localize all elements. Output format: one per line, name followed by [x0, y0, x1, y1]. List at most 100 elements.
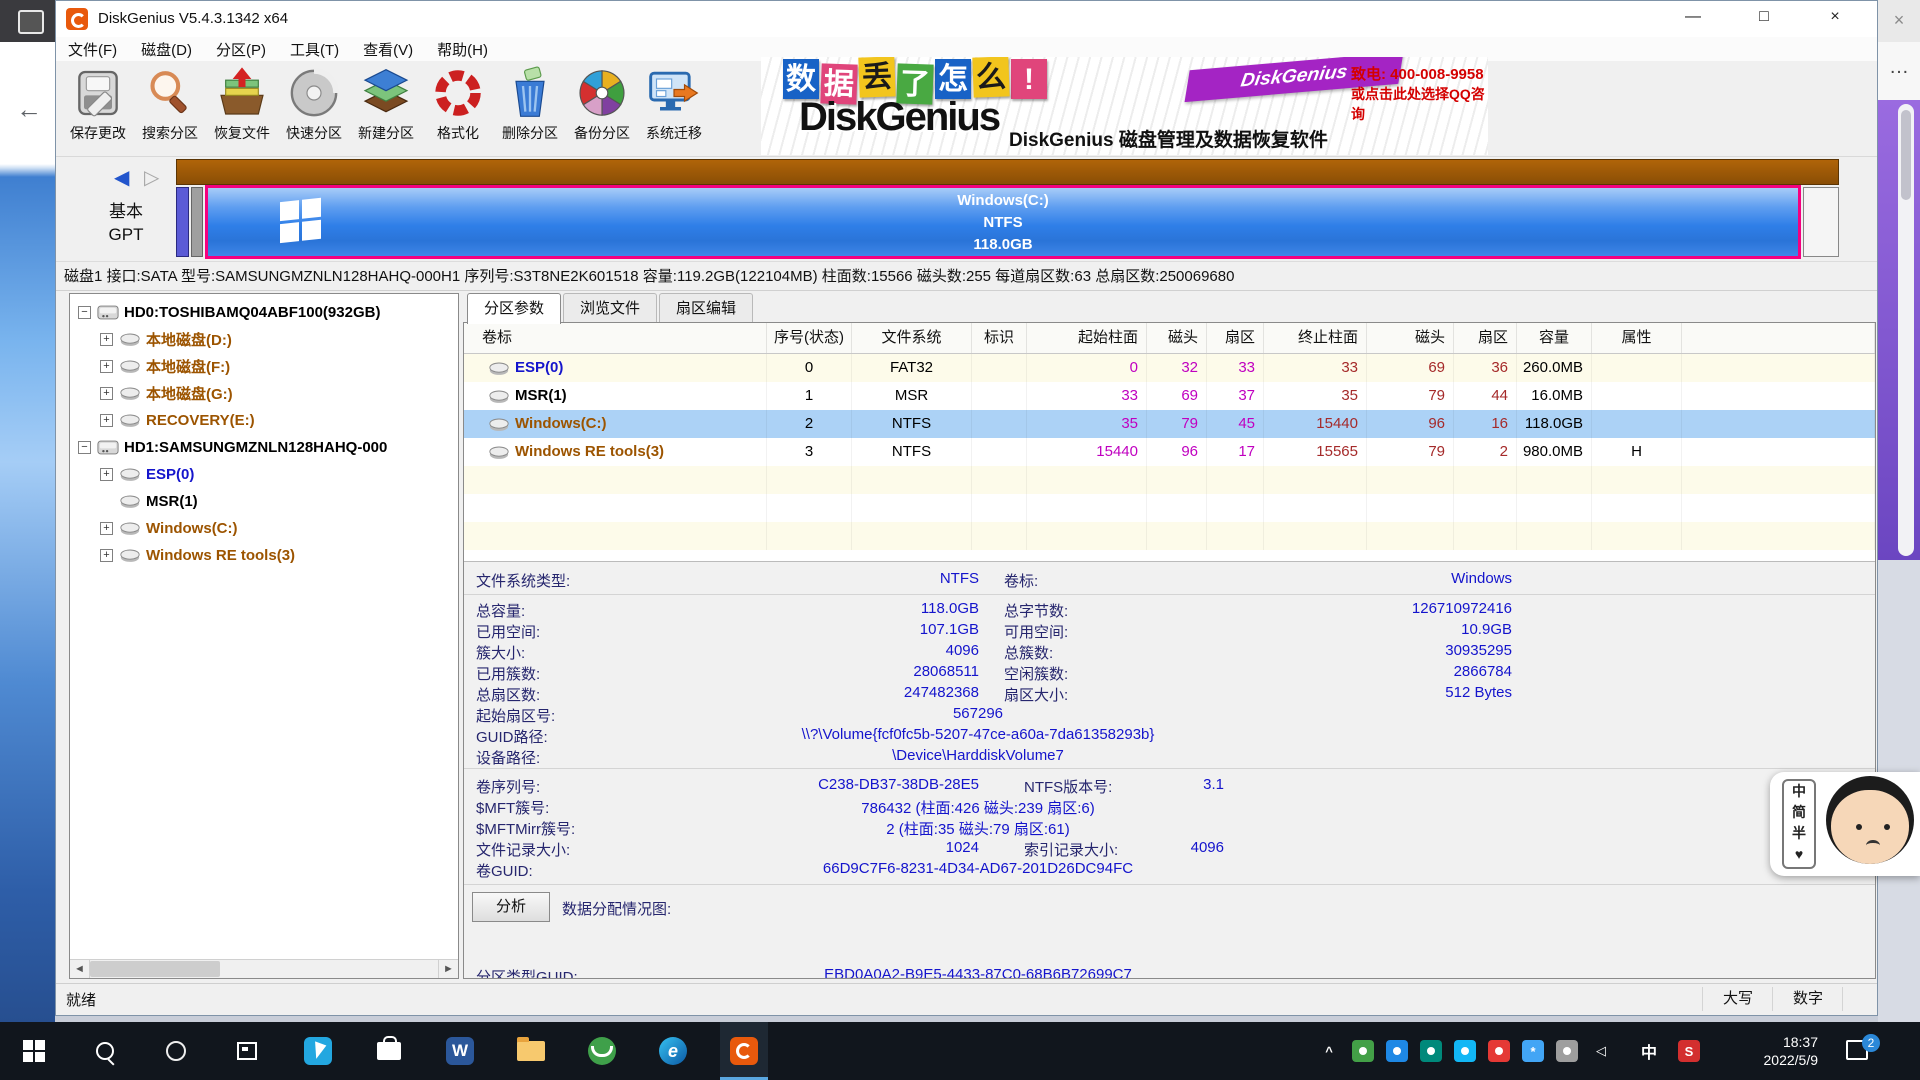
format-button[interactable]: 格式化 [422, 63, 494, 155]
column-header[interactable]: 扇区 [1454, 323, 1517, 353]
ad-banner[interactable]: 数据丢了怎么! DiskGenius DiskGenius 致电: 400-00… [761, 57, 1488, 155]
tree-expander[interactable]: + [100, 414, 113, 427]
tree-expander[interactable]: − [78, 441, 91, 454]
background-close-icon[interactable]: × [1884, 6, 1914, 34]
maximize-button[interactable]: □ [1733, 1, 1795, 35]
tab-分区参数[interactable]: 分区参数 [467, 293, 561, 324]
browser-overflow-icon[interactable]: … [1878, 42, 1920, 100]
tray-snowflake-icon[interactable]: * [1522, 1040, 1544, 1062]
column-header[interactable]: 扇区 [1207, 323, 1264, 353]
menu-item[interactable]: 分区(P) [216, 39, 266, 60]
column-header[interactable]: 文件系统 [852, 323, 972, 353]
column-header[interactable]: 终止柱面 [1264, 323, 1367, 353]
close-button[interactable]: × [1804, 1, 1866, 35]
tree-item[interactable]: +本地磁盘(G:) [70, 380, 458, 407]
tray-qq-icon[interactable] [1454, 1040, 1476, 1062]
ime-mode-char[interactable]: 简 [1784, 802, 1814, 823]
save-changes-button[interactable]: 保存更改 [62, 63, 134, 155]
tree-item[interactable]: +Windows(C:) [70, 515, 458, 542]
table-row[interactable]: MSR(1)1MSR33693735794416.0MB [464, 382, 1875, 410]
tree-expander[interactable]: + [100, 360, 113, 373]
prev-disk-icon[interactable]: ◀ [114, 165, 129, 190]
quick-partition-button[interactable]: 快速分区 [278, 63, 350, 155]
tray-teal-icon[interactable] [1420, 1040, 1442, 1062]
tree-item[interactable]: MSR(1) [70, 488, 458, 515]
cortana-icon[interactable] [152, 1022, 200, 1080]
file-explorer-icon[interactable] [507, 1022, 555, 1080]
tree-expander[interactable]: + [100, 333, 113, 346]
tree-item[interactable]: +ESP(0) [70, 461, 458, 488]
banner-qq-link[interactable]: 或点击此处选择QQ咨询 [1351, 84, 1488, 124]
diskgenius-icon[interactable] [720, 1022, 768, 1080]
tab-扇区编辑[interactable]: 扇区编辑 [659, 293, 753, 323]
column-header[interactable]: 磁头 [1367, 323, 1454, 353]
search-icon[interactable] [81, 1022, 129, 1080]
tree-expander[interactable]: + [100, 549, 113, 562]
table-row[interactable]: Windows RE tools(3)3NTFS1544096171556579… [464, 438, 1875, 466]
tree-expander[interactable]: + [100, 468, 113, 481]
app-blue-icon[interactable] [294, 1022, 342, 1080]
next-disk-icon[interactable]: ▷ [144, 165, 159, 190]
menu-item[interactable]: 帮助(H) [437, 39, 488, 60]
partition-segment-re-tools[interactable] [1803, 187, 1839, 257]
partition-segment-esp[interactable] [176, 187, 189, 257]
menu-item[interactable]: 磁盘(D) [141, 39, 192, 60]
recover-files-button[interactable]: 恢复文件 [206, 63, 278, 155]
new-partition-button[interactable]: 新建分区 [350, 63, 422, 155]
tree-item[interactable]: −HD0:TOSHIBAMQ04ABF100(932GB) [70, 299, 458, 326]
tray-red-app-icon[interactable]: S [1678, 1040, 1700, 1062]
tray-expand-icon[interactable]: ^ [1318, 1040, 1340, 1062]
tree-item[interactable]: +Windows RE tools(3) [70, 542, 458, 569]
tree-horizontal-scrollbar[interactable]: ◄ ► [70, 959, 458, 978]
tray-volume-icon[interactable]: ◁ [1590, 1040, 1612, 1062]
tree-item[interactable]: +RECOVERY(E:) [70, 407, 458, 434]
ime-mode-char[interactable]: 中 [1784, 781, 1814, 802]
tree-expander[interactable]: + [100, 522, 113, 535]
ms-store-icon[interactable] [365, 1022, 413, 1080]
column-header[interactable]: 标识 [972, 323, 1027, 353]
system-migrate-button[interactable]: 系统迁移 [638, 63, 710, 155]
task-view-icon[interactable] [223, 1022, 271, 1080]
menu-item[interactable]: 工具(T) [290, 39, 339, 60]
input-method-indicator[interactable]: 中 [1638, 1040, 1660, 1062]
tab-浏览文件[interactable]: 浏览文件 [563, 293, 657, 323]
tree-item[interactable]: −HD1:SAMSUNGMZNLN128HAHQ-000 [70, 434, 458, 461]
tray-power-icon[interactable] [1556, 1040, 1578, 1062]
search-partition-button[interactable]: 搜索分区 [134, 63, 206, 155]
delete-partition-button[interactable]: 删除分区 [494, 63, 566, 155]
minimize-button[interactable]: — [1662, 1, 1724, 35]
edge-icon[interactable]: e [649, 1022, 697, 1080]
ime-mode-char[interactable]: ♥ [1784, 844, 1814, 865]
menu-item[interactable]: 查看(V) [363, 39, 413, 60]
table-row[interactable]: Windows(C:)2NTFS357945154409616118.0GB [464, 410, 1875, 438]
tray-red-pinwheel-icon[interactable] [1488, 1040, 1510, 1062]
tray-blue-icon[interactable] [1386, 1040, 1408, 1062]
tray-green-icon[interactable] [1352, 1040, 1374, 1062]
taskbar-clock[interactable]: 18:37 2022/5/9 [1722, 1033, 1818, 1069]
scroll-right-icon[interactable]: ► [438, 960, 458, 978]
tree-expander[interactable]: − [78, 306, 91, 319]
column-header[interactable]: 起始柱面 [1027, 323, 1147, 353]
scroll-left-icon[interactable]: ◄ [70, 960, 90, 978]
table-row[interactable]: ESP(0)0FAT3203233336936260.0MB [464, 354, 1875, 382]
browser-green-icon[interactable] [578, 1022, 626, 1080]
column-header[interactable]: 容量 [1517, 323, 1592, 353]
partition-segment-windows[interactable]: Windows(C:) NTFS 118.0GB [205, 185, 1801, 259]
start-icon[interactable] [10, 1022, 58, 1080]
menu-item[interactable]: 文件(F) [68, 39, 117, 60]
column-header[interactable]: 磁头 [1147, 323, 1207, 353]
column-header[interactable]: 属性 [1592, 323, 1682, 353]
column-header[interactable]: 卷标 [464, 323, 767, 353]
input-method-widget[interactable]: 中简半♥ [1770, 772, 1920, 876]
tree-item[interactable]: +本地磁盘(D:) [70, 326, 458, 353]
backup-partition-button[interactable]: 备份分区 [566, 63, 638, 155]
column-header[interactable]: 序号(状态) [767, 323, 852, 353]
background-scrollbar-thumb[interactable] [1901, 110, 1911, 200]
analyze-button[interactable]: 分析 [472, 892, 550, 922]
browser-back-icon[interactable]: ← [16, 94, 42, 125]
partition-segment-msr[interactable] [191, 187, 203, 257]
ms-word-icon[interactable]: W [436, 1022, 484, 1080]
ime-mode-pill[interactable]: 中简半♥ [1782, 779, 1816, 869]
tree-item[interactable]: +本地磁盘(F:) [70, 353, 458, 380]
tree-expander[interactable]: + [100, 387, 113, 400]
